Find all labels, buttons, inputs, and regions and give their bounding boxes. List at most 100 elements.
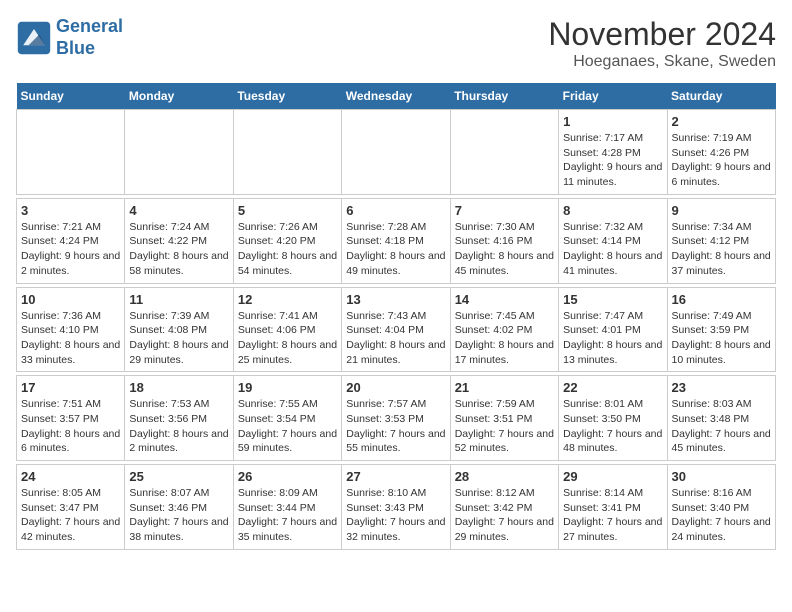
page-title: November 2024: [548, 16, 776, 53]
day-cell: 21Sunrise: 7:59 AM Sunset: 3:51 PM Dayli…: [450, 376, 558, 461]
day-cell: 25 Sunrise: 8:07 AM Sunset: 3:46 PM Dayli…: [125, 465, 233, 550]
week-row-3: 10 Sunrise: 7:36 AM Sunset: 4:10 PM Dayli…: [17, 287, 776, 372]
week-row-2: 3 Sunrise: 7:21 AM Sunset: 4:24 PM Daylig…: [17, 198, 776, 283]
day-info: Sunrise: 7:39 AM Sunset: 4:08 PM Dayligh…: [129, 309, 228, 368]
logo-line1: General: [56, 16, 123, 36]
day-number: 5: [238, 203, 337, 218]
calendar-header-row: SundayMondayTuesdayWednesdayThursdayFrid…: [17, 83, 776, 110]
day-cell: 18Sunrise: 7:53 AM Sunset: 3:56 PM Dayli…: [125, 376, 233, 461]
day-cell: [125, 110, 233, 195]
day-number: 29: [563, 469, 662, 484]
day-info: Sunrise: 7:59 AM Sunset: 3:51 PM Dayligh…: [455, 397, 554, 456]
day-info: Sunrise: 7:21 AM Sunset: 4:24 PM Dayligh…: [21, 220, 120, 279]
day-info: Sunrise: 8:01 AM Sunset: 3:50 PM Dayligh…: [563, 397, 662, 456]
day-info: Sunrise: 7:32 AM Sunset: 4:14 PM Dayligh…: [563, 220, 662, 279]
day-info: Sunrise: 7:19 AM Sunset: 4:26 PM Dayligh…: [672, 131, 771, 190]
day-header-tuesday: Tuesday: [233, 83, 341, 110]
day-cell: 5 Sunrise: 7:26 AM Sunset: 4:20 PM Daylig…: [233, 198, 341, 283]
day-info: Sunrise: 8:07 AM Sunset: 3:46 PM Dayligh…: [129, 486, 228, 545]
day-cell: 29 Sunrise: 8:14 AM Sunset: 3:41 PM Dayli…: [559, 465, 667, 550]
day-info: Sunrise: 8:09 AM Sunset: 3:44 PM Dayligh…: [238, 486, 337, 545]
day-cell: 11 Sunrise: 7:39 AM Sunset: 4:08 PM Dayli…: [125, 287, 233, 372]
logo-line2: Blue: [56, 38, 95, 58]
day-cell: 24 Sunrise: 8:05 AM Sunset: 3:47 PM Dayli…: [17, 465, 125, 550]
day-number: 4: [129, 203, 228, 218]
day-cell: 26 Sunrise: 8:09 AM Sunset: 3:44 PM Dayli…: [233, 465, 341, 550]
day-number: 9: [672, 203, 771, 218]
day-info: Sunrise: 7:43 AM Sunset: 4:04 PM Dayligh…: [346, 309, 445, 368]
day-cell: 17 Sunrise: 7:51 AM Sunset: 3:57 PM Dayli…: [17, 376, 125, 461]
day-info: Sunrise: 8:05 AM Sunset: 3:47 PM Dayligh…: [21, 486, 120, 545]
day-number: 25: [129, 469, 228, 484]
day-info: Sunrise: 7:26 AM Sunset: 4:20 PM Dayligh…: [238, 220, 337, 279]
day-number: 16: [672, 292, 771, 307]
day-number: 30: [672, 469, 771, 484]
day-number: 11: [129, 292, 228, 307]
week-row-1: 1Sunrise: 7:17 AM Sunset: 4:28 PM Daylig…: [17, 110, 776, 195]
day-cell: 10 Sunrise: 7:36 AM Sunset: 4:10 PM Dayli…: [17, 287, 125, 372]
day-cell: 4Sunrise: 7:24 AM Sunset: 4:22 PM Daylig…: [125, 198, 233, 283]
day-cell: [17, 110, 125, 195]
day-info: Sunrise: 8:03 AM Sunset: 3:48 PM Dayligh…: [672, 397, 771, 456]
day-info: Sunrise: 7:51 AM Sunset: 3:57 PM Dayligh…: [21, 397, 120, 456]
day-number: 6: [346, 203, 445, 218]
day-number: 27: [346, 469, 445, 484]
day-cell: 20 Sunrise: 7:57 AM Sunset: 3:53 PM Dayli…: [342, 376, 450, 461]
day-number: 22: [563, 380, 662, 395]
day-cell: 19Sunrise: 7:55 AM Sunset: 3:54 PM Dayli…: [233, 376, 341, 461]
day-cell: 15Sunrise: 7:47 AM Sunset: 4:01 PM Dayli…: [559, 287, 667, 372]
title-block: November 2024 Hoeganaes, Skane, Sweden: [548, 16, 776, 71]
day-number: 24: [21, 469, 120, 484]
logo: General Blue: [16, 16, 123, 59]
day-info: Sunrise: 7:45 AM Sunset: 4:02 PM Dayligh…: [455, 309, 554, 368]
day-cell: 7Sunrise: 7:30 AM Sunset: 4:16 PM Daylig…: [450, 198, 558, 283]
day-number: 23: [672, 380, 771, 395]
day-info: Sunrise: 8:10 AM Sunset: 3:43 PM Dayligh…: [346, 486, 445, 545]
day-number: 28: [455, 469, 554, 484]
day-info: Sunrise: 7:57 AM Sunset: 3:53 PM Dayligh…: [346, 397, 445, 456]
day-number: 18: [129, 380, 228, 395]
day-info: Sunrise: 7:28 AM Sunset: 4:18 PM Dayligh…: [346, 220, 445, 279]
day-number: 17: [21, 380, 120, 395]
day-cell: 16 Sunrise: 7:49 AM Sunset: 3:59 PM Dayli…: [667, 287, 775, 372]
day-number: 10: [21, 292, 120, 307]
day-cell: [342, 110, 450, 195]
day-number: 3: [21, 203, 120, 218]
day-info: Sunrise: 7:49 AM Sunset: 3:59 PM Dayligh…: [672, 309, 771, 368]
day-cell: 27 Sunrise: 8:10 AM Sunset: 3:43 PM Dayli…: [342, 465, 450, 550]
week-row-4: 17 Sunrise: 7:51 AM Sunset: 3:57 PM Dayli…: [17, 376, 776, 461]
day-info: Sunrise: 8:14 AM Sunset: 3:41 PM Dayligh…: [563, 486, 662, 545]
day-info: Sunrise: 7:36 AM Sunset: 4:10 PM Dayligh…: [21, 309, 120, 368]
day-header-saturday: Saturday: [667, 83, 775, 110]
day-number: 14: [455, 292, 554, 307]
day-cell: [450, 110, 558, 195]
day-cell: 2 Sunrise: 7:19 AM Sunset: 4:26 PM Daylig…: [667, 110, 775, 195]
calendar-table: SundayMondayTuesdayWednesdayThursdayFrid…: [16, 83, 776, 550]
page-header: General Blue November 2024 Hoeganaes, Sk…: [16, 16, 776, 71]
day-cell: [233, 110, 341, 195]
day-cell: 22 Sunrise: 8:01 AM Sunset: 3:50 PM Dayli…: [559, 376, 667, 461]
day-cell: 28 Sunrise: 8:12 AM Sunset: 3:42 PM Dayli…: [450, 465, 558, 550]
day-number: 15: [563, 292, 662, 307]
day-info: Sunrise: 7:34 AM Sunset: 4:12 PM Dayligh…: [672, 220, 771, 279]
day-number: 1: [563, 114, 662, 129]
day-info: Sunrise: 7:41 AM Sunset: 4:06 PM Dayligh…: [238, 309, 337, 368]
day-header-friday: Friday: [559, 83, 667, 110]
day-number: 20: [346, 380, 445, 395]
day-header-thursday: Thursday: [450, 83, 558, 110]
day-cell: 6 Sunrise: 7:28 AM Sunset: 4:18 PM Daylig…: [342, 198, 450, 283]
day-number: 26: [238, 469, 337, 484]
day-cell: 1Sunrise: 7:17 AM Sunset: 4:28 PM Daylig…: [559, 110, 667, 195]
day-header-sunday: Sunday: [17, 83, 125, 110]
day-number: 12: [238, 292, 337, 307]
day-info: Sunrise: 7:55 AM Sunset: 3:54 PM Dayligh…: [238, 397, 337, 456]
day-header-monday: Monday: [125, 83, 233, 110]
day-cell: 12 Sunrise: 7:41 AM Sunset: 4:06 PM Dayli…: [233, 287, 341, 372]
page-subtitle: Hoeganaes, Skane, Sweden: [548, 53, 776, 71]
week-row-5: 24 Sunrise: 8:05 AM Sunset: 3:47 PM Dayli…: [17, 465, 776, 550]
day-number: 2: [672, 114, 771, 129]
day-info: Sunrise: 7:30 AM Sunset: 4:16 PM Dayligh…: [455, 220, 554, 279]
day-cell: 14 Sunrise: 7:45 AM Sunset: 4:02 PM Dayli…: [450, 287, 558, 372]
day-number: 13: [346, 292, 445, 307]
day-info: Sunrise: 8:12 AM Sunset: 3:42 PM Dayligh…: [455, 486, 554, 545]
